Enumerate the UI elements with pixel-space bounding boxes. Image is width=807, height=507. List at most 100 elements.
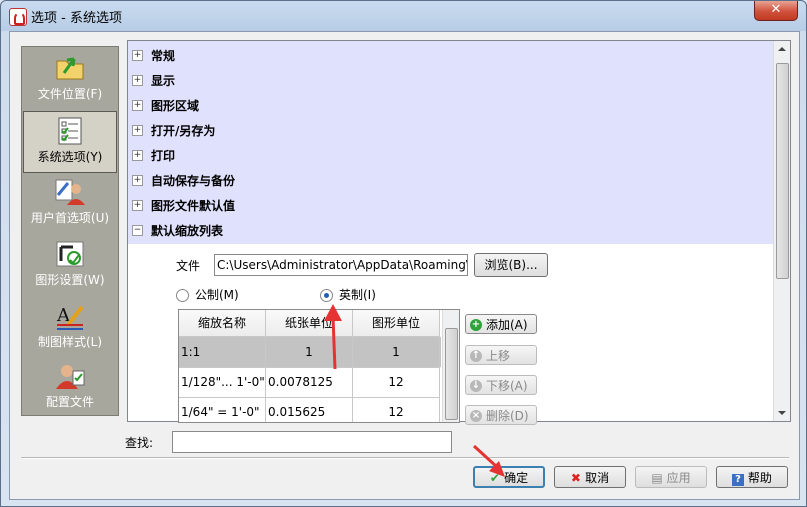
browse-button[interactable]: 浏览(B)... xyxy=(474,253,548,277)
scrollbar-thumb[interactable] xyxy=(776,63,789,279)
tree-scrollbar[interactable] xyxy=(773,41,790,421)
expand-icon[interactable]: + xyxy=(132,50,143,61)
sidebar-item-drafting-style[interactable]: A 制图样式(L) xyxy=(23,297,117,357)
table-cell[interactable]: 1 xyxy=(353,337,440,368)
sidebar-item-label: 图形设置(W) xyxy=(35,273,105,287)
expand-icon[interactable]: + xyxy=(132,75,143,86)
apply-icon: ▤ xyxy=(651,471,667,485)
radio-icon xyxy=(176,289,189,302)
annotation-arrow-icon xyxy=(324,304,342,370)
close-button[interactable]: ✕ xyxy=(754,1,798,21)
cancel-button[interactable]: ✖ 取消 xyxy=(554,466,626,488)
tree-node-open-save[interactable]: + 打开/另存为 xyxy=(132,119,215,143)
scrollbar-thumb[interactable] xyxy=(445,328,458,420)
tree-node-default-scale-list[interactable]: − 默认缩放列表 xyxy=(132,219,223,243)
dialog-body: 文件位置(F) 系统选项(Y) 用户首选项(U) 图形设置(W) A 制图样式(… xyxy=(9,31,800,500)
tree-node-label: 显示 xyxy=(151,74,176,88)
sidebar-item-label: 配置文件 xyxy=(45,395,94,409)
plus-icon: + xyxy=(470,318,482,331)
expand-icon[interactable]: + xyxy=(132,175,143,186)
scroll-down-icon[interactable] xyxy=(778,411,786,415)
sidebar-item-system-options[interactable]: 系统选项(Y) xyxy=(23,111,117,173)
apply-button[interactable]: ▤ 应用 xyxy=(635,466,707,488)
tree-node-print[interactable]: + 打印 xyxy=(132,144,175,168)
app-logo-icon xyxy=(9,8,27,26)
table-cell[interactable]: 12 xyxy=(353,367,440,398)
sidebar-item-graphics-settings[interactable]: 图形设置(W) xyxy=(23,235,117,295)
sidebar-item-label: 系统选项(Y) xyxy=(37,150,103,164)
find-input[interactable] xyxy=(172,431,452,453)
help-button[interactable]: ? 帮助 xyxy=(716,466,788,488)
arrow-up-icon: ↑ xyxy=(470,349,482,362)
table-cell[interactable]: 0.0078125 xyxy=(266,367,353,398)
button-label: 取消 xyxy=(585,471,610,485)
tree-node-label: 图形文件默认值 xyxy=(151,199,236,213)
add-scale-button[interactable]: + 添加(A) xyxy=(465,314,537,334)
settings-tree: + 常规 + 显示 + 图形区域 + 打开/另存为 + 打印 + 自动保存与备份 + 图形文件… xyxy=(127,40,791,425)
arrow-down-icon: ↓ xyxy=(470,379,482,392)
metric-label: 公制(M) xyxy=(195,288,239,302)
tree-node-drawing-defaults[interactable]: + 图形文件默认值 xyxy=(132,194,235,218)
tree-node-label: 默认缩放列表 xyxy=(151,224,224,238)
help-icon: ? xyxy=(732,474,745,486)
table-cell[interactable]: 12 xyxy=(353,397,440,422)
tree-node-label: 常规 xyxy=(151,49,176,63)
tree-node-display[interactable]: + 显示 xyxy=(132,69,175,93)
button-label: 下移(A) xyxy=(486,379,528,393)
expand-icon[interactable]: + xyxy=(132,200,143,211)
window-title: 选项 - 系统选项 xyxy=(31,11,122,26)
scale-list-table: 缩放名称 纸张单位 图形单位 1:1 1 1 1/128"... 1'-0" 0… xyxy=(178,309,460,423)
tree-node-label: 打印 xyxy=(151,149,176,163)
table-scrollbar[interactable] xyxy=(442,310,459,422)
annotation-arrow-icon xyxy=(472,444,505,477)
sidebar-item-label: 制图样式(L) xyxy=(37,335,103,349)
delete-scale-button[interactable]: × 删除(D) xyxy=(465,405,537,425)
table-cell[interactable]: 0.015625 xyxy=(266,397,353,422)
metric-radio[interactable]: 公制(M) xyxy=(176,286,239,303)
graphics-settings-icon xyxy=(56,241,84,267)
file-label: 文件 xyxy=(176,259,201,273)
column-header-scale-name[interactable]: 缩放名称 xyxy=(179,310,266,337)
options-dialog: 选项 - 系统选项 ✕ 文件位置(F) 系统选项(Y) 用户首选项(U) 图形设… xyxy=(0,0,807,507)
table-cell[interactable]: 1/64" = 1'-0" xyxy=(179,397,266,422)
button-label: 添加(A) xyxy=(486,318,528,332)
category-sidebar: 文件位置(F) 系统选项(Y) 用户首选项(U) 图形设置(W) A 制图样式(… xyxy=(21,46,119,416)
button-label: 删除(D) xyxy=(486,409,529,423)
sidebar-item-user-preferences[interactable]: 用户首选项(U) xyxy=(23,173,117,233)
imperial-label: 英制(I) xyxy=(339,288,376,302)
tree-node-label: 图形区域 xyxy=(151,99,200,113)
tree-node-label: 打开/另存为 xyxy=(151,124,216,138)
collapse-icon[interactable]: − xyxy=(132,225,143,236)
expand-icon[interactable]: + xyxy=(132,100,143,111)
table-cell[interactable]: 1:1 xyxy=(179,337,266,368)
user-pencil-icon xyxy=(55,179,85,205)
button-label: 帮助 xyxy=(747,471,772,485)
sidebar-item-file-locations[interactable]: 文件位置(F) xyxy=(23,49,117,109)
sidebar-item-profiles[interactable]: 配置文件 xyxy=(23,357,117,417)
drafting-style-icon: A xyxy=(56,305,84,330)
button-label: 应用 xyxy=(666,471,691,485)
move-down-button[interactable]: ↓ 下移(A) xyxy=(465,375,537,395)
sidebar-item-label: 用户首选项(U) xyxy=(30,211,110,225)
scale-file-path-field[interactable]: C:\Users\Administrator\AppData\Roaming\ xyxy=(214,254,468,276)
scroll-up-icon[interactable] xyxy=(778,47,786,51)
title-bar[interactable]: 选项 - 系统选项 ✕ xyxy=(1,1,806,31)
table-cell[interactable]: 1/128"... 1'-0" xyxy=(179,367,266,398)
find-label: 查找: xyxy=(125,436,154,450)
tree-node-general[interactable]: + 常规 xyxy=(132,44,175,68)
expand-icon[interactable]: + xyxy=(132,125,143,136)
button-label: 上移 xyxy=(486,349,511,363)
x-icon: ✖ xyxy=(570,471,586,485)
move-up-button[interactable]: ↑ 上移 xyxy=(465,345,537,365)
sidebar-item-label: 文件位置(F) xyxy=(37,87,103,101)
footer-divider xyxy=(21,457,789,459)
delete-icon: × xyxy=(470,409,482,422)
folder-arrow-icon xyxy=(56,57,84,80)
tree-node-graphics-area[interactable]: + 图形区域 xyxy=(132,94,199,118)
column-header-drawing-units[interactable]: 图形单位 xyxy=(353,310,440,337)
tree-node-autosave[interactable]: + 自动保存与备份 xyxy=(132,169,235,193)
tree-node-label: 自动保存与备份 xyxy=(151,174,236,188)
user-profile-icon xyxy=(56,365,85,389)
expand-icon[interactable]: + xyxy=(132,150,143,161)
checklist-icon xyxy=(58,117,82,145)
